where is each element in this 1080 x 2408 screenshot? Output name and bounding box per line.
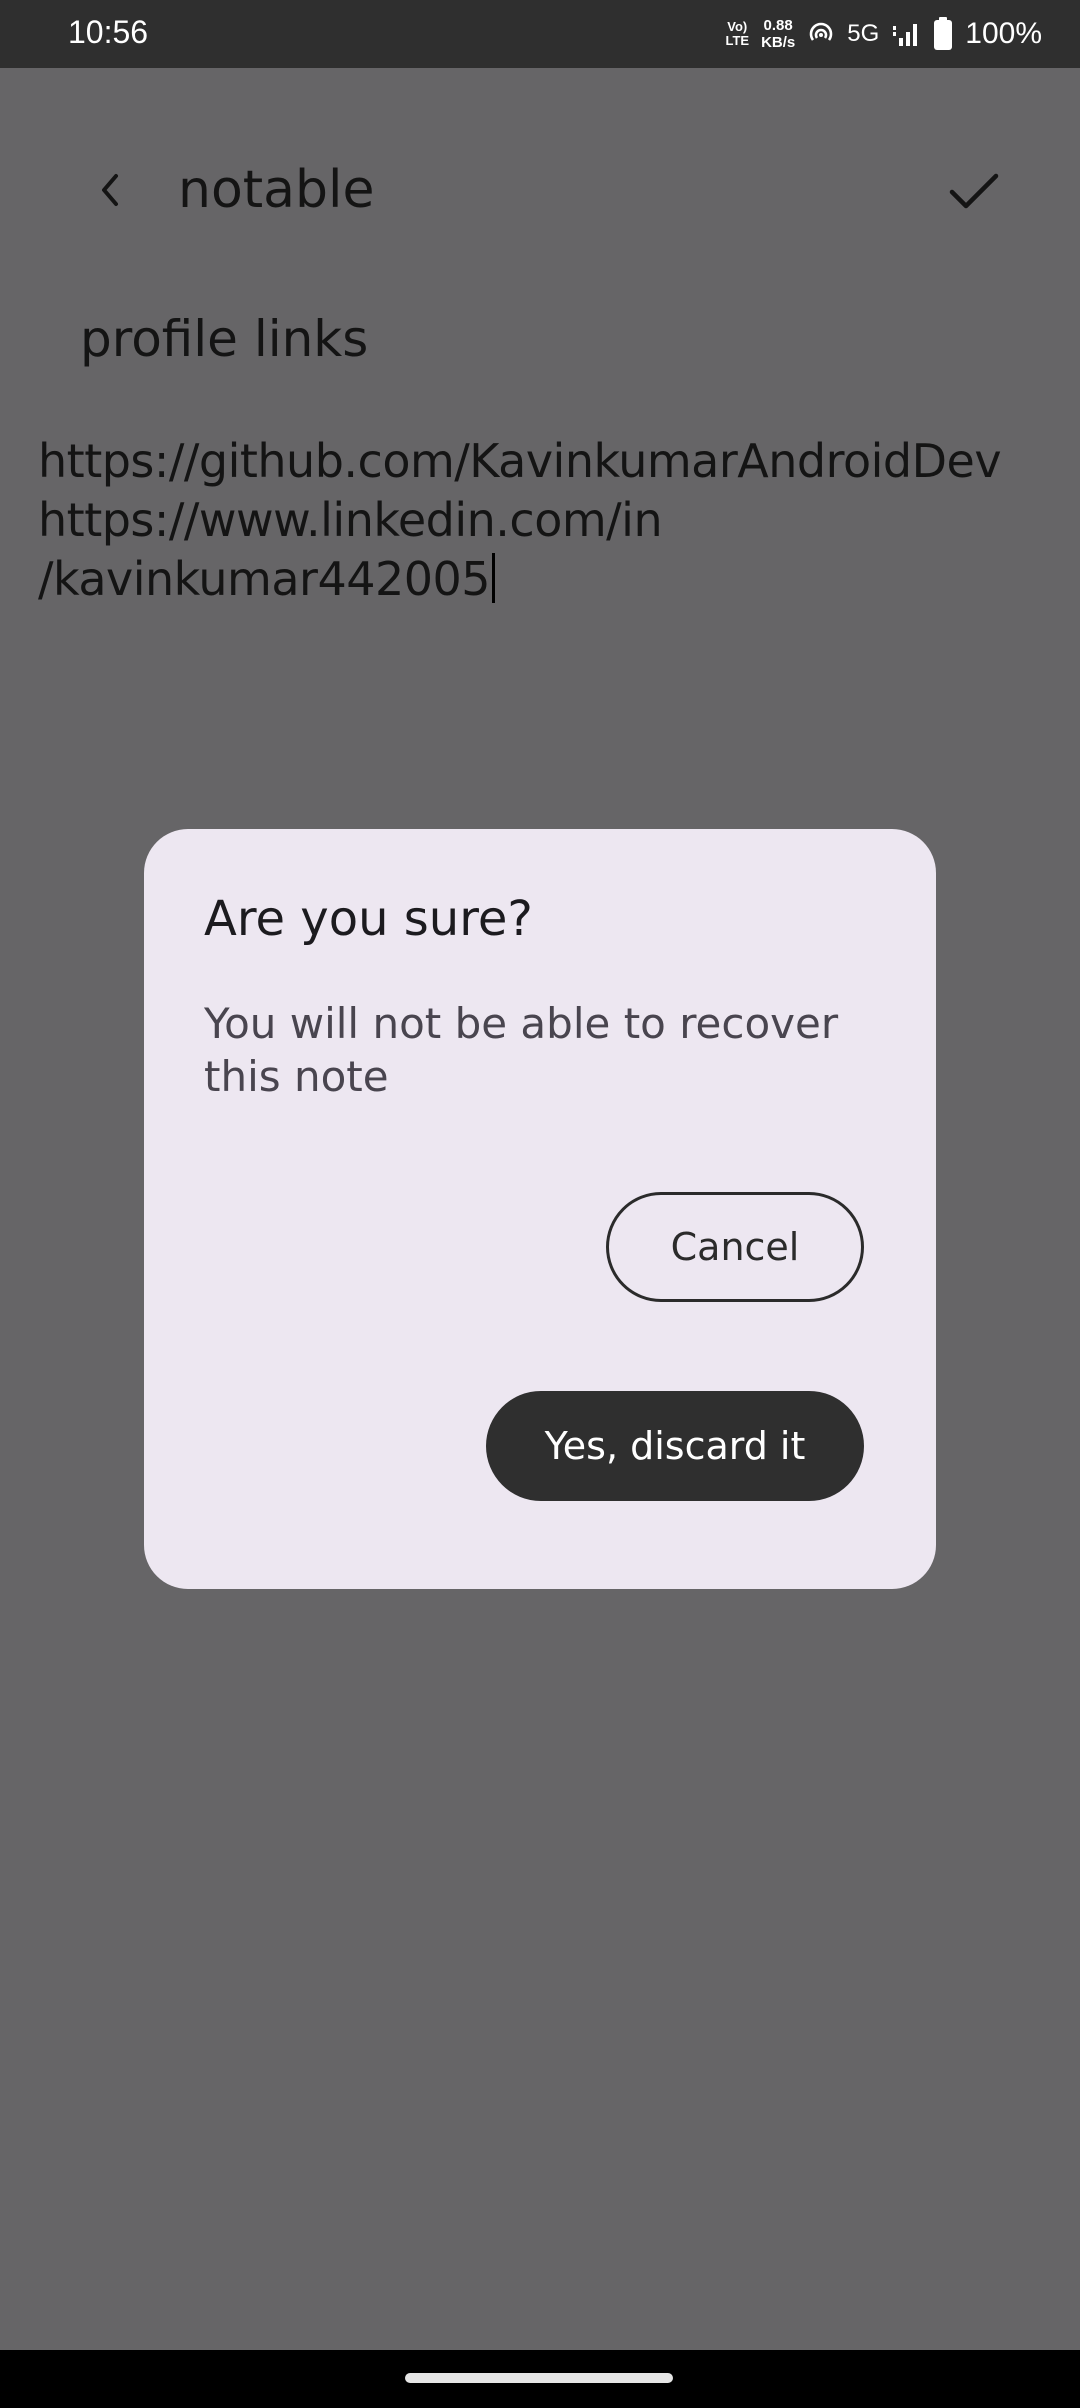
battery-icon [934,17,953,50]
status-icons: Vo) LTE 0.88 KB/s 5G 100% [725,12,1042,56]
check-icon [949,173,999,209]
note-body-line: https://www.linkedin.com/in [38,493,663,547]
chevron-left-icon [102,174,118,206]
network-speed: 0.88 KB/s [761,17,796,51]
status-time: 10:56 [68,14,149,50]
note-body-line: /kavinkumar442005 [38,550,1058,609]
dialog-message: You will not be able to recover this not… [204,999,839,1101]
discard-dialog: Are you sure? You will not be able to re… [144,829,936,1589]
app-title: notable [178,160,375,220]
battery-percent: 100% [965,17,1042,50]
app-header: notable [0,140,1080,240]
signal-icon [893,24,918,46]
discard-button[interactable]: Yes, discard it [486,1391,864,1501]
dialog-title: Are you sure? [204,891,533,947]
note-body-line: https://github.com/KavinkumarAndroidDev [38,434,1002,488]
back-button[interactable] [88,168,132,212]
cancel-button[interactable]: Cancel [606,1192,864,1302]
note-title-field[interactable]: profile links [80,310,368,368]
network-type: 5G [847,20,880,47]
note-body-field[interactable]: https://github.com/KavinkumarAndroidDev … [38,432,1058,609]
home-indicator[interactable] [405,2373,673,2383]
text-cursor [492,553,496,603]
status-bar: 10:56 Vo) LTE 0.88 KB/s 5G 100% [0,0,1080,68]
hotspot-icon [810,22,833,41]
volte-indicator: Vo) LTE [725,19,750,48]
navigation-bar [0,2350,1080,2408]
save-button[interactable] [946,164,1002,220]
